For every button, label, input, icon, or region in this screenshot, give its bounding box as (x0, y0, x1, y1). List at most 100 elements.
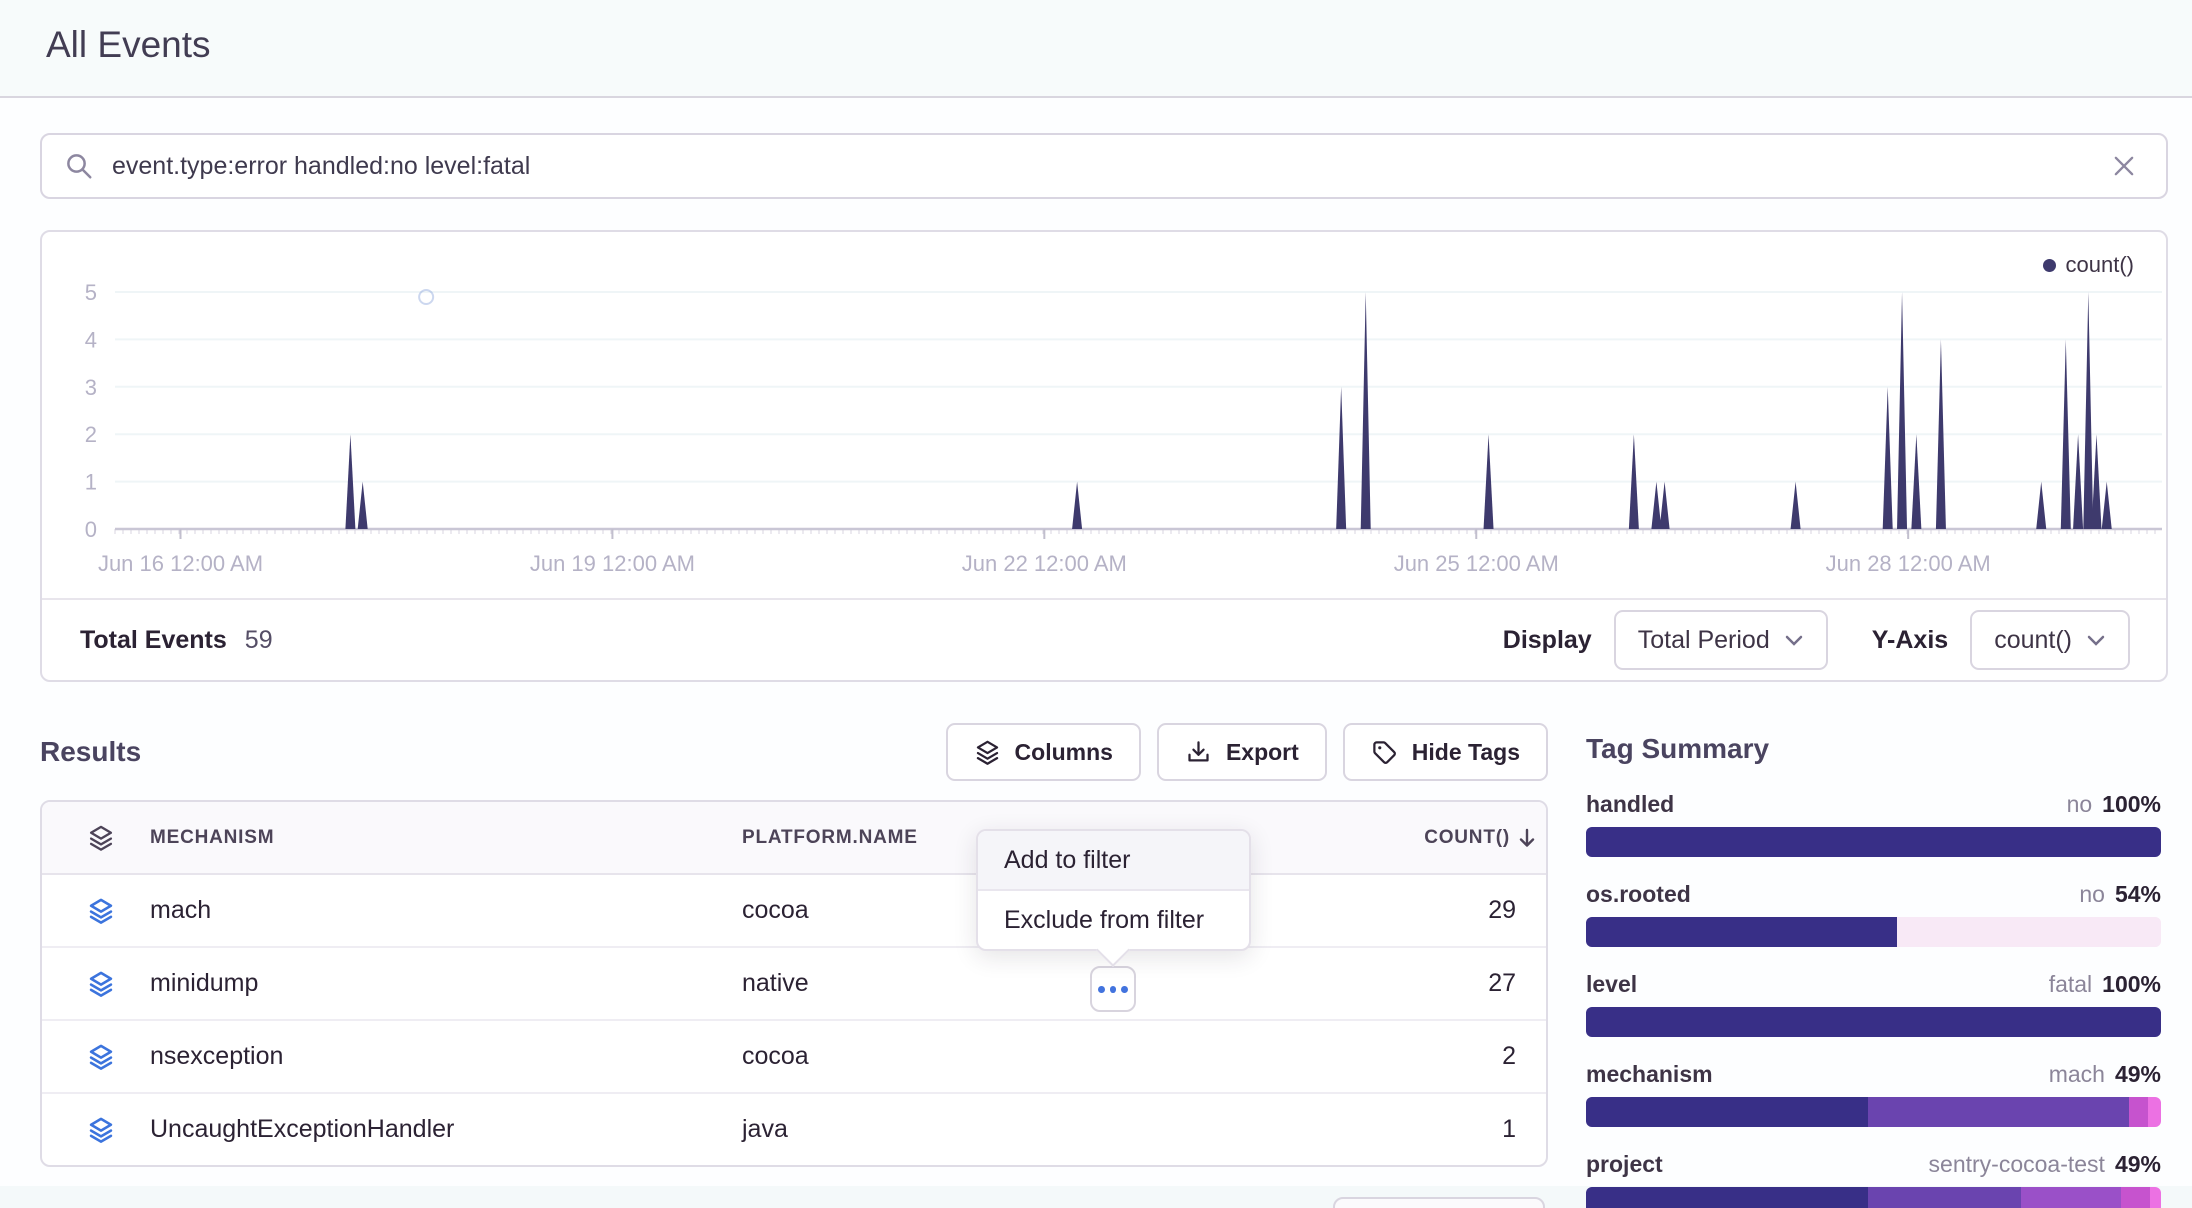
svg-text:2: 2 (85, 422, 97, 447)
layers-icon (87, 1116, 150, 1144)
legend-dot-icon (2043, 259, 2056, 272)
tag-key: mechanism (1586, 1061, 1713, 1088)
tag-item-os-rooted[interactable]: os.rooted no 54% (1586, 881, 2161, 947)
events-chart-panel: count() 0 1 2 3 4 5 Jun 16 12:00 AM Jun 19 12:0… (40, 230, 2168, 682)
page-header: All Events (0, 0, 2192, 98)
count-cell[interactable]: 29 (1488, 896, 1546, 925)
export-button-label: Export (1226, 739, 1299, 766)
mechanism-cell[interactable]: nsexception (150, 1042, 742, 1071)
tag-item-project[interactable]: project sentry-cocoa-test 49% (1586, 1151, 2161, 1208)
chevron-down-icon (1784, 633, 1804, 647)
display-label: Display (1503, 626, 1592, 655)
yaxis-label: Y-Axis (1872, 626, 1948, 655)
svg-text:Jun 22 12:00 AM: Jun 22 12:00 AM (962, 551, 1127, 576)
events-spike-chart[interactable]: 0 1 2 3 4 5 Jun 16 12:00 AM Jun 19 12:00 AM Jun … (42, 262, 2166, 580)
chart-controls: Display Total Period Y-Axis count() (1503, 610, 2130, 670)
tag-icon (1371, 739, 1398, 766)
tag-distribution-bar[interactable] (1586, 827, 2161, 857)
pagination-control[interactable] (1333, 1197, 1545, 1208)
tag-top-value: no (2067, 791, 2093, 818)
tag-distribution-bar[interactable] (1586, 1097, 2161, 1127)
legend-label: count() (2066, 252, 2134, 278)
mechanism-cell[interactable]: mach (150, 896, 742, 925)
tag-item-level[interactable]: level fatal 100% (1586, 971, 2161, 1037)
table-row[interactable]: mach cocoa 29 (42, 875, 1546, 948)
chevron-down-icon (2086, 633, 2106, 647)
tag-summary: Tag Summary handled no 100% os.rooted no… (1586, 733, 2161, 1208)
display-dropdown-value: Total Period (1638, 626, 1770, 655)
search-input[interactable] (110, 151, 2102, 182)
count-cell[interactable]: 1 (1502, 1115, 1546, 1144)
tag-percent: 100% (2102, 791, 2161, 818)
table-row[interactable]: UncaughtExceptionHandler java 1 (42, 1094, 1546, 1165)
svg-text:0: 0 (85, 517, 97, 542)
tag-key: handled (1586, 791, 1674, 818)
chart-footer: Total Events 59 Display Total Period Y-A… (42, 598, 2166, 680)
hide-tags-button[interactable]: Hide Tags (1343, 723, 1548, 781)
layers-icon[interactable] (87, 824, 150, 852)
svg-text:4: 4 (85, 327, 97, 352)
yaxis-dropdown[interactable]: count() (1970, 610, 2130, 670)
tag-top-value: no (2079, 881, 2105, 908)
yaxis-dropdown-value: count() (1994, 626, 2072, 655)
layers-icon (87, 897, 150, 925)
menu-item-add-to-filter[interactable]: Add to filter (978, 831, 1249, 891)
svg-text:3: 3 (85, 375, 97, 400)
search-icon (64, 151, 94, 181)
tag-key: level (1586, 971, 1637, 998)
mechanism-cell[interactable]: minidump (150, 969, 742, 998)
results-title: Results (40, 736, 141, 768)
column-header-mechanism[interactable]: MECHANISM (150, 827, 742, 849)
results-table: MECHANISM PLATFORM.NAME COUNT() mach coc… (40, 800, 1548, 1167)
tag-distribution-bar[interactable] (1586, 1007, 2161, 1037)
platform-cell[interactable]: java (742, 1115, 1246, 1144)
mechanism-cell[interactable]: UncaughtExceptionHandler (150, 1115, 742, 1144)
tag-percent: 54% (2115, 881, 2161, 908)
search-bar[interactable] (40, 133, 2168, 199)
svg-text:Jun 16 12:00 AM: Jun 16 12:00 AM (98, 551, 263, 576)
cell-actions-button[interactable] (1090, 966, 1136, 1012)
tag-top-value: sentry-cocoa-test (1929, 1151, 2105, 1178)
total-events: Total Events 59 (80, 626, 273, 655)
download-icon (1185, 739, 1212, 766)
tag-key: os.rooted (1586, 881, 1691, 908)
tag-distribution-bar[interactable] (1586, 917, 2161, 947)
chart-legend[interactable]: count() (2043, 252, 2134, 278)
svg-text:5: 5 (85, 280, 97, 305)
layers-icon (87, 1043, 150, 1071)
tag-percent: 100% (2102, 971, 2161, 998)
results-header: Results Columns Export (40, 722, 1548, 782)
platform-cell[interactable]: cocoa (742, 1042, 1246, 1071)
all-events-page: All Events count() 0 1 2 3 4 5 Jun 16 12:00 AM… (0, 0, 2192, 1208)
columns-button-label: Columns (1015, 739, 1113, 766)
count-cell[interactable]: 2 (1502, 1042, 1546, 1071)
tag-item-mechanism[interactable]: mechanism mach 49% (1586, 1061, 2161, 1127)
tag-distribution-bar[interactable] (1586, 1187, 2161, 1208)
svg-text:Jun 19 12:00 AM: Jun 19 12:00 AM (530, 551, 695, 576)
count-cell[interactable]: 27 (1488, 969, 1546, 998)
ellipsis-icon (1098, 986, 1105, 993)
ellipsis-icon (1110, 986, 1117, 993)
hide-tags-button-label: Hide Tags (1412, 739, 1520, 766)
tag-percent: 49% (2115, 1061, 2161, 1088)
sort-desc-icon (1516, 826, 1538, 850)
total-events-value: 59 (245, 626, 273, 655)
page-title: All Events (46, 24, 211, 66)
display-dropdown[interactable]: Total Period (1614, 610, 1828, 670)
table-row[interactable]: minidump native 27 (42, 948, 1546, 1021)
svg-text:Jun 28 12:00 AM: Jun 28 12:00 AM (1826, 551, 1991, 576)
tag-item-handled[interactable]: handled no 100% (1586, 791, 2161, 857)
svg-text:Jun 25 12:00 AM: Jun 25 12:00 AM (1394, 551, 1559, 576)
columns-button[interactable]: Columns (946, 723, 1141, 781)
total-events-label: Total Events (80, 626, 227, 655)
export-button[interactable]: Export (1157, 723, 1327, 781)
table-header-row: MECHANISM PLATFORM.NAME COUNT() (42, 802, 1546, 875)
tag-top-value: mach (2049, 1061, 2105, 1088)
platform-cell[interactable]: native (742, 969, 1246, 998)
svg-text:1: 1 (85, 470, 97, 495)
column-header-count[interactable]: COUNT() (1424, 826, 1546, 850)
table-row[interactable]: nsexception cocoa 2 (42, 1021, 1546, 1094)
tag-top-value: fatal (2049, 971, 2092, 998)
clear-search-icon[interactable] (2102, 144, 2146, 188)
results-actions: Columns Export Hide Tags (946, 723, 1548, 781)
